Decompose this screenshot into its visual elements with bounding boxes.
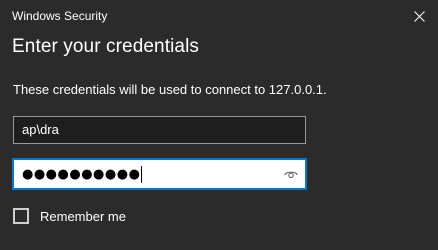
close-icon [413,10,425,22]
remember-me-checkbox[interactable] [13,208,29,224]
username-field[interactable]: ap\dra [13,116,306,144]
dialog-message: These credentials will be used to connec… [13,82,327,97]
remember-me-label: Remember me [40,208,126,224]
close-button[interactable] [408,6,430,26]
window-title: Windows Security [12,9,108,23]
eye-icon [284,171,298,179]
text-caret [141,165,143,183]
password-field[interactable]: ●●●●●●●●●● [12,158,307,190]
dialog-heading: Enter your credentials [12,36,200,57]
username-value: ap\dra [22,122,59,137]
remember-me-option[interactable]: Remember me [13,208,126,224]
password-mask: ●●●●●●●●●● [22,166,141,182]
credentials-dialog: Windows Security Enter your credentials … [0,0,438,250]
reveal-password-button[interactable] [283,167,299,181]
